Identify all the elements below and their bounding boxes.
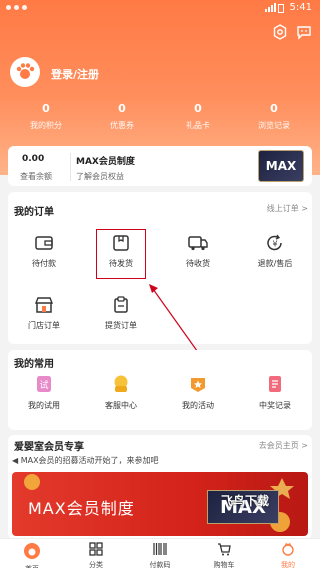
settings-icon[interactable]	[272, 24, 288, 40]
stat-value: 0	[118, 102, 126, 115]
stat-label: 优惠券	[110, 121, 134, 130]
max-member-banner[interactable]: MAX会员制度 MAX 飞鸟下载	[12, 472, 308, 536]
tab-label: 我的	[281, 561, 295, 568]
order-label: 待收货	[186, 259, 210, 268]
avatar[interactable]	[10, 57, 40, 87]
notification-dots	[6, 5, 27, 10]
order-pickup[interactable]: 提货订单	[91, 296, 151, 331]
svg-text:试: 试	[39, 379, 48, 391]
paycode-icon	[153, 543, 167, 555]
member-home-link[interactable]: 去会员主页 >	[259, 440, 308, 451]
tab-home[interactable]: 首页	[12, 542, 52, 568]
order-label: 待付款	[32, 259, 56, 268]
order-pending-receipt[interactable]: 待收货	[168, 234, 228, 269]
order-refund[interactable]: ¥ 退款/售后	[245, 234, 305, 269]
order-store[interactable]: 门店订单	[14, 296, 74, 331]
balance-value: 0.00	[22, 154, 45, 164]
tab-category[interactable]: 分类	[76, 542, 116, 568]
store-icon	[34, 297, 54, 313]
stat-gift-cards[interactable]: 0 礼品卡	[168, 102, 228, 131]
tab-profile[interactable]: 我的	[268, 542, 308, 568]
order-label: 退款/售后	[257, 259, 293, 268]
common-trial[interactable]: 试 我的试用	[14, 374, 74, 411]
order-pending-payment[interactable]: 待付款	[14, 234, 74, 269]
stat-value: 0	[42, 102, 50, 115]
tab-cart[interactable]: 购物车	[204, 542, 244, 568]
order-label: 门店订单	[28, 321, 60, 330]
paw-logo-icon	[16, 63, 35, 79]
tab-label: 首页	[12, 564, 52, 568]
member-subtitle: 了解会员权益	[76, 172, 124, 181]
order-label: 提货订单	[105, 321, 137, 330]
svg-text:¥: ¥	[272, 240, 277, 249]
stat-value: 0	[270, 102, 278, 115]
vip-title: 爱婴室会员专享	[14, 442, 84, 453]
category-icon	[89, 542, 103, 556]
common-label: 中奖记录	[259, 401, 291, 410]
member-card[interactable]: 0.00 查看余额 MAX会员制度 了解会员权益 MAX	[8, 146, 312, 186]
activity-icon	[191, 378, 205, 392]
status-bar: 5:41	[0, 0, 320, 16]
tab-label: 购物车	[213, 561, 235, 568]
status-time: 5:41	[289, 2, 312, 13]
vip-notice: ◀ MAX会员的招募活动开始了，来参加吧	[12, 456, 159, 465]
home-icon	[24, 543, 40, 559]
divider	[70, 153, 71, 181]
banner-title: MAX会员制度	[28, 499, 135, 518]
common-service[interactable]: 客服中心	[91, 374, 151, 411]
orders-title: 我的订单	[14, 207, 54, 218]
common-title: 我的常用	[14, 359, 54, 370]
member-title: MAX会员制度	[76, 157, 135, 167]
stat-label: 礼品卡	[186, 121, 210, 130]
stat-points[interactable]: 0 我的积分	[16, 102, 76, 131]
common-label: 我的试用	[28, 401, 60, 410]
online-orders-link[interactable]: 线上订单 >	[267, 203, 308, 214]
cart-icon	[218, 543, 231, 556]
tab-label: 付款码	[149, 561, 171, 568]
stat-label: 浏览记录	[258, 121, 290, 130]
common-label: 我的活动	[182, 401, 214, 410]
trial-icon: 试	[37, 376, 51, 392]
prize-icon	[269, 376, 281, 392]
common-prize[interactable]: 中奖记录	[245, 374, 305, 411]
watermark: 飞鸟下载	[221, 494, 270, 508]
annotation-highlight-box	[96, 229, 146, 279]
max-thumbnail[interactable]: MAX	[258, 150, 304, 182]
stat-value: 0	[194, 102, 202, 115]
refund-icon: ¥	[267, 234, 282, 251]
login-register-link[interactable]: 登录/注册	[51, 66, 99, 82]
common-activity[interactable]: 我的活动	[168, 374, 228, 411]
tab-label: 分类	[89, 561, 103, 568]
stat-history[interactable]: 0 浏览记录	[244, 102, 304, 131]
signal-icon	[265, 3, 276, 12]
bottom-tab-bar: 首页 分类 付款码 购物车 我的	[0, 538, 320, 568]
message-icon[interactable]	[296, 24, 312, 40]
service-icon	[114, 375, 128, 392]
stat-coupons[interactable]: 0 优惠券	[92, 102, 152, 131]
balance-label[interactable]: 查看余额	[20, 171, 52, 182]
profile-icon	[282, 543, 294, 556]
common-label: 客服中心	[105, 401, 137, 410]
wallet-icon	[35, 236, 53, 250]
battery-icon	[278, 4, 284, 13]
stat-label: 我的积分	[30, 121, 62, 130]
truck-icon	[188, 236, 208, 251]
pickup-icon	[114, 296, 128, 313]
tab-paycode[interactable]: 付款码	[140, 542, 180, 568]
